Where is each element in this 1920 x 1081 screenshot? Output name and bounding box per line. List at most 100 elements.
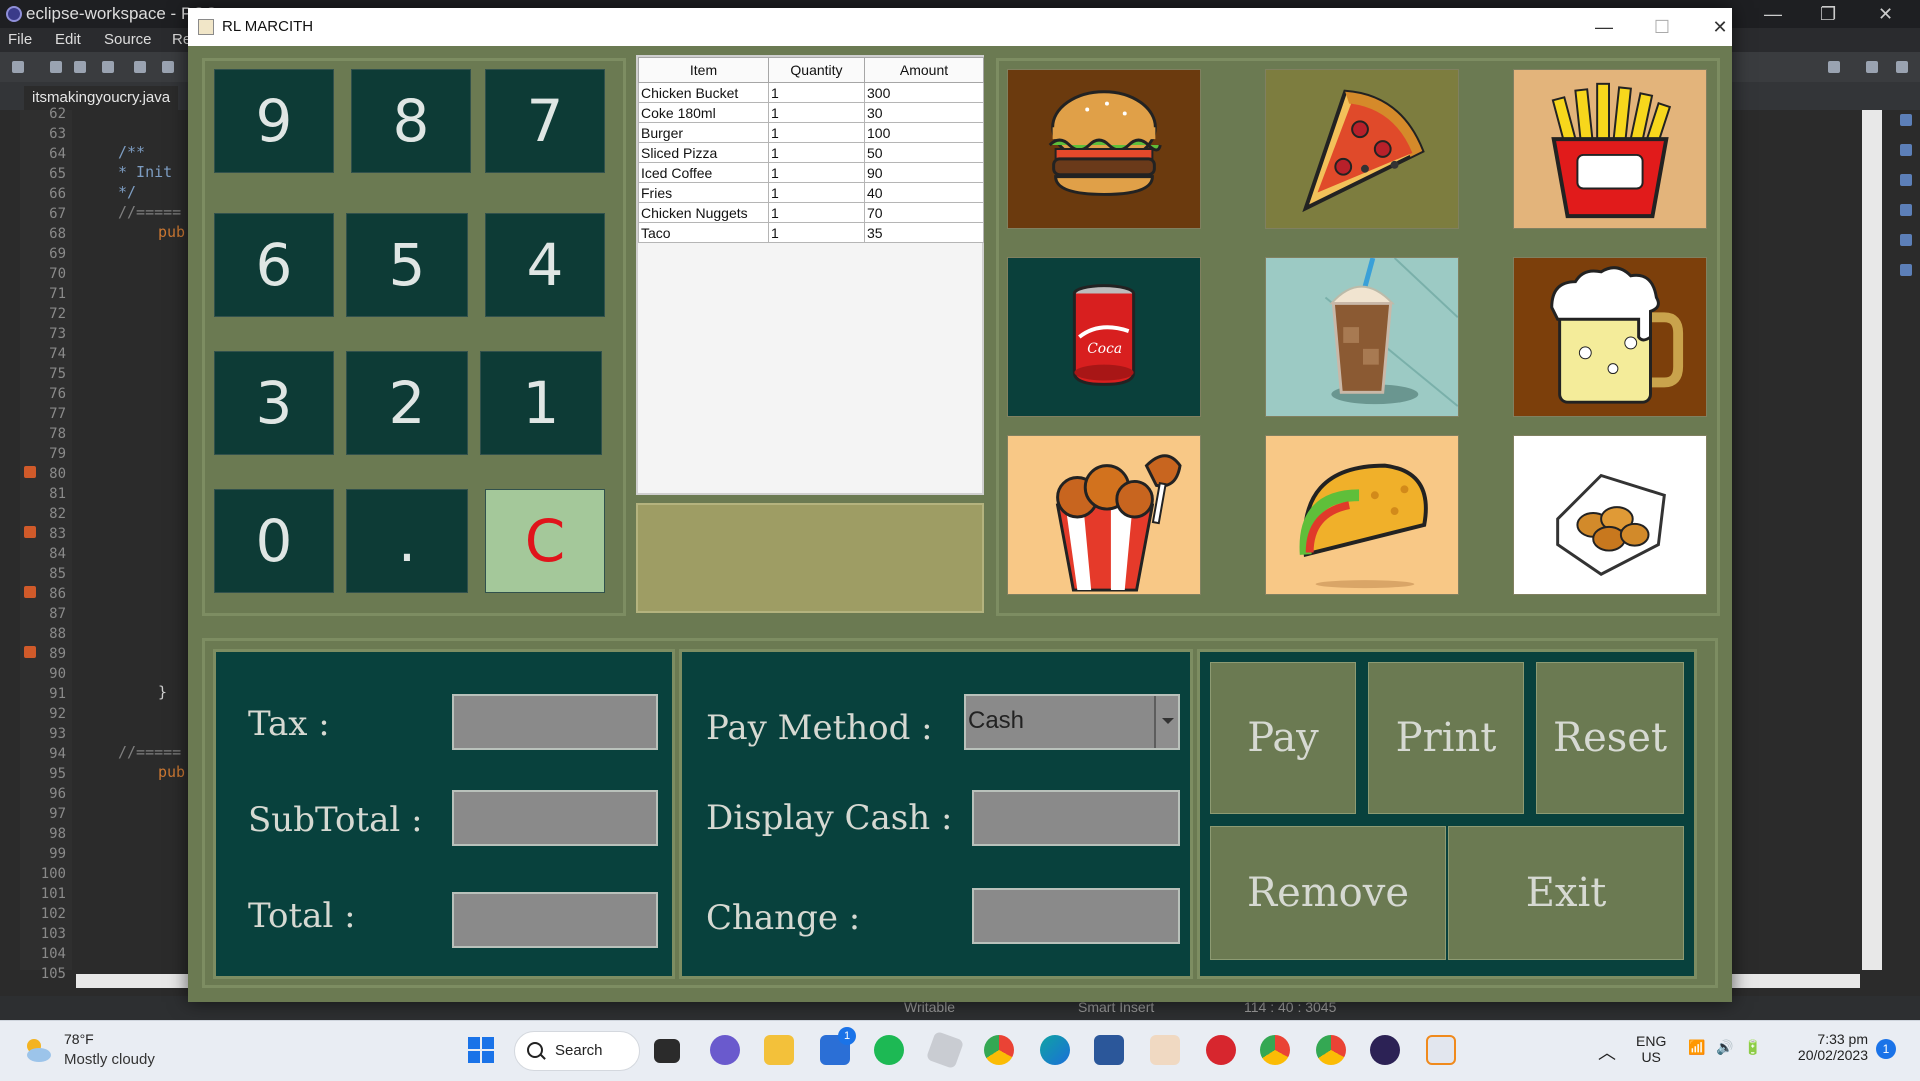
print-icon[interactable] [102,61,114,73]
remove-button[interactable]: Remove [1210,826,1446,960]
key-3[interactable]: 3 [214,351,334,455]
column-header-item[interactable]: Item [638,57,769,83]
chat-icon[interactable] [710,1035,740,1065]
column-header-quantity[interactable]: Quantity [768,57,865,83]
weather-description[interactable]: Mostly cloudy [64,1051,155,1068]
notes-app-icon[interactable] [925,1030,965,1070]
error-marker-icon[interactable] [24,466,36,478]
eclipse-minimize-icon[interactable]: — [1764,0,1782,28]
mcafee-icon[interactable] [1206,1035,1236,1065]
coke-button[interactable]: Coca [1007,257,1201,417]
javadoc-icon[interactable] [1900,264,1912,276]
clock[interactable]: 7:33 pm 20/02/2023 [1786,1031,1868,1063]
notification-badge[interactable]: 1 [1876,1039,1896,1059]
column-header-amount[interactable]: Amount [864,57,984,83]
save-icon[interactable] [50,61,62,73]
menu-edit[interactable]: Edit [55,31,81,48]
outline-icon[interactable] [1900,114,1912,126]
key-0[interactable]: 0 [214,489,334,593]
table-row[interactable]: Coke 180ml 1 30 [638,102,984,123]
table-row[interactable]: Chicken Bucket 1 300 [638,82,984,103]
search-icon[interactable] [1828,61,1840,73]
partly-cloudy-icon[interactable] [22,1035,52,1065]
language-indicator[interactable]: ENG US [1636,1033,1666,1065]
table-row[interactable]: Iced Coffee 1 90 [638,162,984,183]
edge-icon[interactable] [1040,1035,1070,1065]
beer-button[interactable] [1513,257,1707,417]
spotify-icon[interactable] [874,1035,904,1065]
taco-button[interactable] [1265,435,1459,595]
minimize-button[interactable]: — [1584,13,1624,41]
eclipse-close-icon[interactable]: ✕ [1878,0,1893,28]
key-5[interactable]: 5 [346,213,468,317]
task-view-icon[interactable] [654,1039,680,1063]
game-app-icon[interactable] [1150,1035,1180,1065]
volume-icon[interactable]: 🔊 [1716,1039,1733,1056]
table-row[interactable]: Burger 1 100 [638,122,984,143]
chicken-bucket-button[interactable] [1007,435,1201,595]
key-6[interactable]: 6 [214,213,334,317]
maximize-button[interactable]: ☐ [1642,13,1682,41]
key-8[interactable]: 8 [351,69,471,173]
total-field[interactable] [452,892,658,948]
fries-button[interactable] [1513,69,1707,229]
table-row[interactable]: Fries 1 40 [638,182,984,203]
chrome-icon[interactable] [984,1035,1014,1065]
java-perspective-icon[interactable] [1896,61,1908,73]
exit-button[interactable]: Exit [1448,826,1684,960]
key-decimal[interactable]: . [346,489,468,593]
reset-button[interactable]: Reset [1536,662,1684,814]
debug-icon[interactable] [134,61,146,73]
editor-vertical-scrollbar[interactable] [1862,110,1882,970]
save-all-icon[interactable] [74,61,86,73]
close-button[interactable]: ✕ [1700,13,1740,41]
hierarchy-icon[interactable] [1900,144,1912,156]
word-icon[interactable] [1094,1035,1124,1065]
key-clear[interactable]: C [485,489,605,593]
table-row[interactable]: Taco 1 35 [638,222,984,243]
run-icon[interactable] [162,61,174,73]
subtotal-field[interactable] [452,790,658,846]
key-4[interactable]: 4 [485,213,605,317]
eclipse-restore-icon[interactable]: ❐ [1820,0,1836,28]
file-explorer-icon[interactable] [764,1035,794,1065]
tasks-icon[interactable] [1900,174,1912,186]
menu-file[interactable]: File [8,31,32,48]
tax-field[interactable] [452,694,658,750]
error-marker-icon[interactable] [24,646,36,658]
perspective-icon[interactable] [1866,61,1878,73]
wifi-icon[interactable]: 📶 [1688,1039,1705,1056]
pay-method-dropdown[interactable]: Cash [964,694,1180,750]
key-2[interactable]: 2 [346,351,468,455]
show-hidden-icons-chevron-icon[interactable]: ︿ [1598,1039,1616,1065]
store-icon[interactable]: 1 [820,1027,856,1065]
order-table-panel[interactable]: Item Quantity Amount Chicken Bucket 1 300 C… [636,55,984,495]
table-row[interactable]: Chicken Nuggets 1 70 [638,202,984,223]
print-button[interactable]: Print [1368,662,1524,814]
key-9[interactable]: 9 [214,69,334,173]
menu-source[interactable]: Source [104,31,152,48]
receipt-area[interactable] [636,503,984,613]
taskbar-search[interactable]: Search [514,1031,640,1071]
chevron-down-icon[interactable] [1154,696,1178,748]
change-field[interactable] [972,888,1180,944]
chicken-nuggets-button[interactable] [1513,435,1707,595]
pizza-button[interactable] [1265,69,1459,229]
java-taskbar-icon[interactable] [1426,1035,1456,1065]
chrome-profile-2-icon[interactable] [1316,1035,1346,1065]
burger-button[interactable] [1007,69,1201,229]
windows-start-icon[interactable] [466,1035,496,1065]
iced-coffee-button[interactable] [1265,257,1459,417]
pay-button[interactable]: Pay [1210,662,1356,814]
error-marker-icon[interactable] [24,586,36,598]
chrome-profile-icon[interactable] [1260,1035,1290,1065]
eclipse-taskbar-icon[interactable] [1370,1035,1400,1065]
error-marker-icon[interactable] [24,526,36,538]
key-1[interactable]: 1 [480,351,602,455]
key-7[interactable]: 7 [485,69,605,173]
display-cash-field[interactable] [972,790,1180,846]
weather-temperature[interactable]: 78°F [64,1031,94,1047]
new-icon[interactable] [12,61,24,73]
table-row[interactable]: Sliced Pizza 1 50 [638,142,984,163]
battery-icon[interactable]: 🔋 [1744,1039,1761,1056]
